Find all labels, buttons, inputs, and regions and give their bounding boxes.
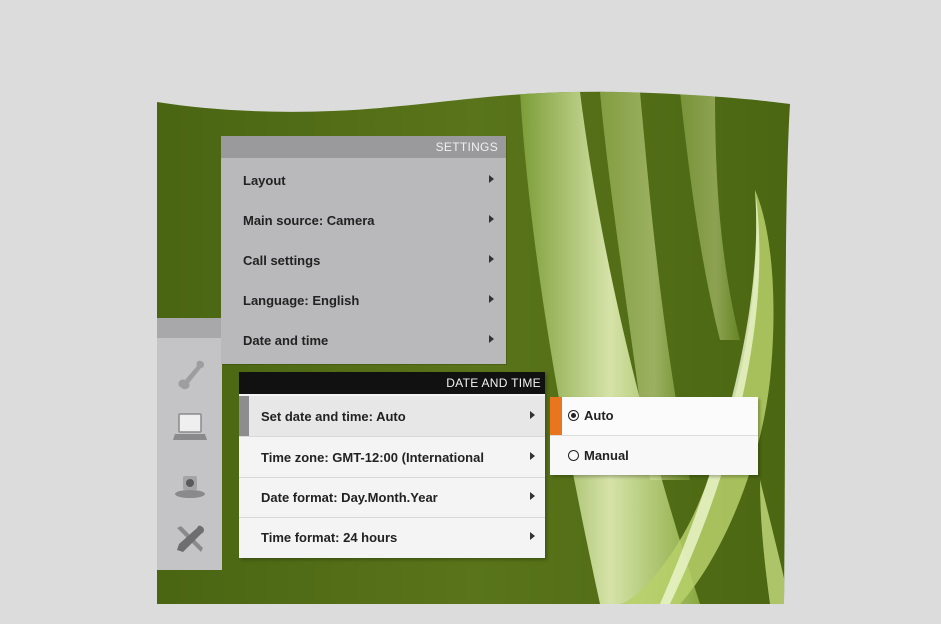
option-manual[interactable]: Manual xyxy=(550,437,758,475)
settings-menu: SETTINGS Layout Main source: Camera Call… xyxy=(221,136,506,364)
arrow-right-icon xyxy=(489,295,494,303)
menu-item-label: Time format: 24 hours xyxy=(261,530,398,545)
option-auto[interactable]: Auto xyxy=(550,397,758,436)
arrow-right-icon xyxy=(530,532,535,540)
menu-item-label: Language: English xyxy=(243,293,360,308)
settings-item-language[interactable]: Language: English xyxy=(221,280,506,320)
date-time-item-date-format[interactable]: Date format: Day.Month.Year xyxy=(239,477,545,518)
date-time-header: DATE AND TIME xyxy=(239,372,545,394)
date-time-item-time-format[interactable]: Time format: 24 hours xyxy=(239,517,545,557)
arrow-right-icon xyxy=(489,335,494,343)
settings-header: SETTINGS xyxy=(221,136,506,158)
arrow-right-icon xyxy=(489,255,494,263)
sidebar-strip-header xyxy=(157,318,222,338)
menu-item-label: Date and time xyxy=(243,333,329,348)
laptop-icon[interactable] xyxy=(171,408,209,446)
radio-selected-icon xyxy=(568,410,579,421)
date-time-menu: DATE AND TIME Set date and time: Auto Ti… xyxy=(239,372,545,558)
menu-item-label: Time zone: GMT-12:00 (International xyxy=(261,450,484,465)
option-label: Auto xyxy=(584,408,614,423)
set-date-options-menu: Auto Manual xyxy=(550,397,758,475)
date-time-item-time-zone[interactable]: Time zone: GMT-12:00 (International xyxy=(239,437,545,478)
camera-icon[interactable] xyxy=(171,464,209,502)
arrow-right-icon xyxy=(489,215,494,223)
arrow-right-icon xyxy=(530,452,535,460)
arrow-right-icon xyxy=(489,175,494,183)
radio-unselected-icon xyxy=(568,450,579,461)
tools-icon[interactable] xyxy=(171,520,209,558)
arrow-right-icon xyxy=(530,411,535,419)
menu-item-label: Date format: Day.Month.Year xyxy=(261,490,438,505)
date-time-title: DATE AND TIME xyxy=(446,376,541,390)
menu-item-label: Main source: Camera xyxy=(243,213,375,228)
date-time-item-set-date[interactable]: Set date and time: Auto xyxy=(239,396,545,437)
menu-item-label: Layout xyxy=(243,173,286,188)
settings-item-main-source[interactable]: Main source: Camera xyxy=(221,200,506,240)
arrow-right-icon xyxy=(530,492,535,500)
menu-item-label: Set date and time: Auto xyxy=(261,409,406,424)
settings-item-layout[interactable]: Layout xyxy=(221,160,506,200)
phone-icon[interactable] xyxy=(171,356,209,394)
option-label: Manual xyxy=(584,448,629,463)
sidebar-icon-strip xyxy=(157,318,222,570)
settings-item-call-settings[interactable]: Call settings xyxy=(221,240,506,280)
menu-item-label: Call settings xyxy=(243,253,321,268)
settings-title: SETTINGS xyxy=(435,140,498,154)
settings-item-date-and-time[interactable]: Date and time xyxy=(221,320,506,360)
